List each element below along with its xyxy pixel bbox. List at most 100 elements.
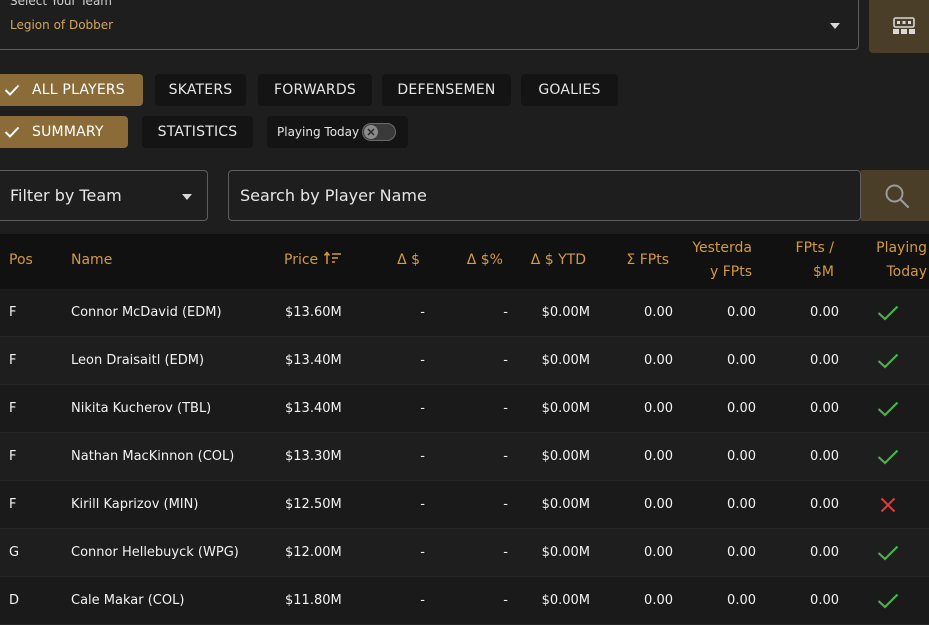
check-icon	[4, 84, 20, 96]
playing-today-toggle[interactable]	[362, 123, 396, 141]
playing-today-label: Playing Today	[277, 125, 360, 139]
cell-delta-ytd: $0.00M	[541, 449, 590, 464]
cell-sum-fpts: 0.00	[644, 353, 673, 368]
cell-fpts-per-million: 0.00	[810, 593, 839, 608]
col-pos[interactable]: Pos	[9, 248, 33, 272]
check-icon	[868, 529, 908, 577]
cell-delta-dollar: -	[420, 497, 425, 512]
cell-delta-ytd: $0.00M	[541, 593, 590, 608]
toggle-knob	[364, 125, 378, 139]
check-icon	[868, 337, 908, 385]
col-delta-ytd[interactable]: Δ $ YTD	[510, 248, 586, 272]
filter-defensemen-label: DEFENSEMEN	[397, 82, 496, 98]
filter-skaters-label: SKATERS	[168, 82, 233, 98]
col-yesterday-fpts[interactable]: Yesterda y FPts	[676, 236, 752, 284]
cell-fpts-per-million: 0.00	[810, 497, 839, 512]
close-icon	[868, 481, 908, 529]
col-fpts-per-million[interactable]: FPts / $M	[770, 236, 834, 284]
col-fpts-m-line1: FPts /	[795, 240, 834, 256]
cell-pos: F	[9, 449, 17, 464]
filter-goalies[interactable]: GOALIES	[521, 74, 618, 106]
col-playing-line1: Playing	[876, 240, 927, 256]
cell-name: Connor McDavid (EDM)	[71, 305, 222, 320]
cell-sum-fpts: 0.00	[644, 593, 673, 608]
filter-goalies-label: GOALIES	[538, 82, 601, 98]
filter-by-team-select[interactable]: Filter by Team	[0, 170, 208, 221]
team-select-label: Select Your Team	[10, 0, 112, 8]
col-playing-line2: Today	[886, 264, 928, 280]
col-name[interactable]: Name	[71, 248, 112, 272]
filter-by-team-label: Filter by Team	[10, 186, 122, 205]
cell-price: $13.40M	[285, 401, 342, 416]
filter-defensemen[interactable]: DEFENSEMEN	[382, 74, 511, 106]
cell-price: $13.30M	[285, 449, 342, 464]
cell-name: Nathan MacKinnon (COL)	[71, 449, 235, 464]
cell-delta-pct: -	[503, 401, 508, 416]
table-row[interactable]: F Connor McDavid (EDM) $13.60M - - $0.00M 0.00…	[0, 289, 929, 337]
cell-yesterday-fpts: 0.00	[727, 353, 756, 368]
cell-delta-ytd: $0.00M	[541, 401, 590, 416]
cell-yesterday-fpts: 0.00	[727, 305, 756, 320]
team-select-value: Legion of Dobber	[10, 18, 114, 32]
col-delta-pct[interactable]: Δ $%	[443, 248, 503, 272]
cell-delta-dollar: -	[420, 545, 425, 560]
chevron-down-icon	[830, 23, 840, 29]
cell-delta-dollar: -	[420, 353, 425, 368]
table-row[interactable]: F Nikita Kucherov (TBL) $13.40M - - $0.00M 0.0…	[0, 385, 929, 433]
table-row[interactable]: F Kirill Kaprizov (MIN) $12.50M - - $0.00M 0.0…	[0, 481, 929, 529]
cell-delta-pct: -	[503, 545, 508, 560]
cell-yesterday-fpts: 0.00	[727, 401, 756, 416]
cell-pos: F	[9, 497, 17, 512]
view-statistics[interactable]: STATISTICS	[142, 116, 253, 148]
filter-skaters[interactable]: SKATERS	[155, 74, 246, 106]
cell-fpts-per-million: 0.00	[810, 545, 839, 560]
cell-delta-ytd: $0.00M	[541, 497, 590, 512]
col-delta-dollar[interactable]: Δ $	[360, 248, 420, 272]
cell-name: Nikita Kucherov (TBL)	[71, 401, 212, 416]
cell-delta-pct: -	[503, 305, 508, 320]
filter-forwards[interactable]: FORWARDS	[258, 74, 372, 106]
view-summary-label: SUMMARY	[32, 124, 104, 140]
cell-pos: F	[9, 305, 17, 320]
cell-delta-dollar: -	[420, 401, 425, 416]
cell-delta-pct: -	[503, 593, 508, 608]
cell-delta-dollar: -	[420, 449, 425, 464]
check-icon	[868, 433, 908, 481]
filter-all-players-label: ALL PLAYERS	[32, 82, 125, 98]
col-price[interactable]: Price	[284, 248, 342, 272]
lineup-button[interactable]	[869, 0, 929, 53]
table-row[interactable]: F Leon Draisaitl (EDM) $13.40M - - $0.00M 0.00…	[0, 337, 929, 385]
col-yesterday-line2: y FPts	[709, 264, 752, 280]
cell-fpts-per-million: 0.00	[810, 305, 839, 320]
table-row[interactable]: D Cale Makar (COL) $11.80M - - $0.00M 0.00 0.00…	[0, 577, 929, 625]
cell-price: $12.00M	[285, 545, 342, 560]
table-row[interactable]: F Nathan MacKinnon (COL) $13.30M - - $0.00M 0.…	[0, 433, 929, 481]
cell-sum-fpts: 0.00	[644, 449, 673, 464]
cell-sum-fpts: 0.00	[644, 401, 673, 416]
search-button[interactable]	[861, 170, 929, 221]
cell-name: Kirill Kaprizov (MIN)	[71, 497, 199, 512]
table-row[interactable]: G Connor Hellebuyck (WPG) $12.00M - - $0.00M 0…	[0, 529, 929, 577]
cell-sum-fpts: 0.00	[644, 305, 673, 320]
team-select[interactable]: Select Your Team Legion of Dobber	[0, 0, 859, 50]
filter-all-players[interactable]: ALL PLAYERS	[0, 74, 143, 106]
view-summary[interactable]: SUMMARY	[0, 116, 128, 148]
sort-ascending-icon	[323, 251, 341, 264]
table-header: Pos Name Price Δ $ Δ $% Δ $ YTD Σ FPts Y…	[0, 234, 929, 289]
cell-delta-dollar: -	[420, 305, 425, 320]
col-playing-today[interactable]: Playing Today	[858, 236, 927, 284]
col-sum-fpts[interactable]: Σ FPts	[600, 248, 669, 272]
cell-fpts-per-million: 0.00	[810, 401, 839, 416]
cell-name: Leon Draisaitl (EDM)	[71, 353, 205, 368]
check-icon	[868, 289, 908, 337]
search-input[interactable]	[228, 170, 861, 221]
cell-pos: F	[9, 401, 17, 416]
cell-price: $13.40M	[285, 353, 342, 368]
cell-delta-dollar: -	[420, 593, 425, 608]
cell-name: Cale Makar (COL)	[71, 593, 185, 608]
view-statistics-label: STATISTICS	[157, 124, 238, 140]
cell-yesterday-fpts: 0.00	[727, 593, 756, 608]
playing-today-filter[interactable]: Playing Today	[267, 116, 408, 148]
cell-yesterday-fpts: 0.00	[727, 545, 756, 560]
cell-pos: D	[9, 593, 20, 608]
